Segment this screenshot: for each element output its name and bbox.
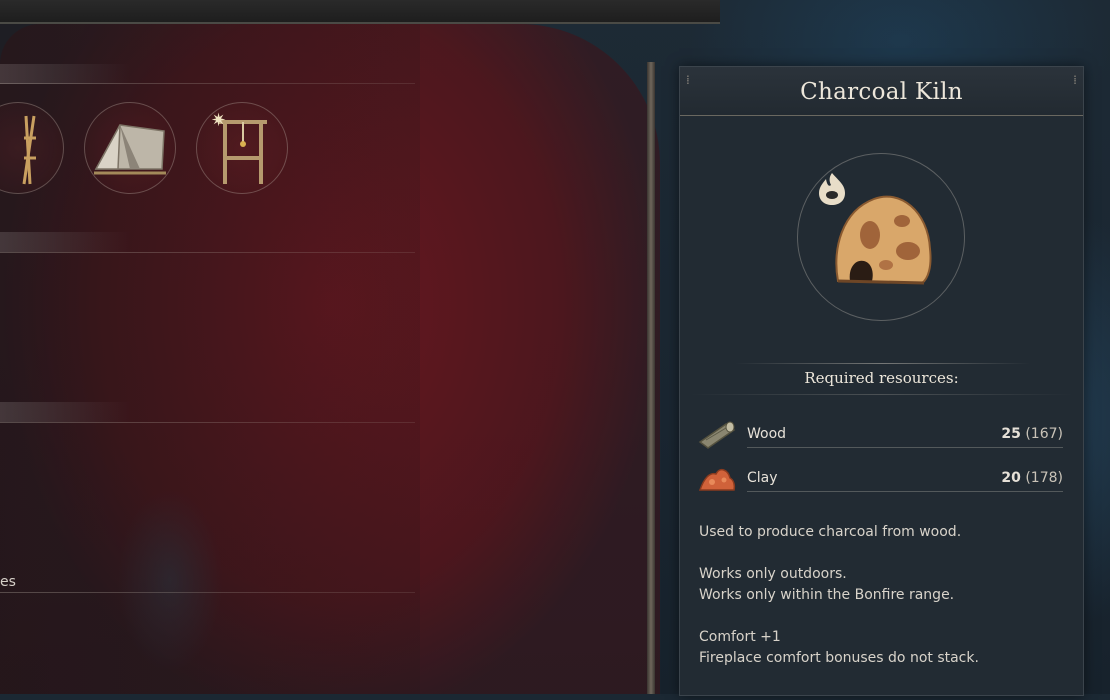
resource-name: Wood — [747, 426, 787, 442]
fire-icon — [819, 173, 845, 205]
item-title: Charcoal Kiln — [800, 79, 963, 105]
item-detail-panel: ⁞ ⁞ Charcoal Kiln Required resources: Wo… — [679, 66, 1084, 696]
gallows-icon[interactable]: ✷ — [196, 102, 288, 194]
category-divider — [0, 83, 415, 84]
resource-row-wood: Wood 25 (167) — [698, 418, 1065, 452]
item-description-line: Used to produce charcoal from wood. — [699, 524, 962, 540]
panel-divider — [647, 62, 655, 694]
panel-header: ⁞ ⁞ Charcoal Kiln — [680, 67, 1083, 116]
category-divider — [0, 422, 415, 423]
item-description-line: Works only outdoors. — [699, 566, 847, 582]
tent-icon[interactable] — [84, 102, 176, 194]
character-silhouette — [90, 460, 250, 700]
category-band — [0, 232, 130, 252]
resource-amount: 20 (178) — [1001, 470, 1063, 486]
item-description-line: Works only within the Bonfire range. — [699, 587, 955, 603]
category-divider — [0, 252, 415, 253]
item-description-line: Fireplace comfort bonuses do not stack. — [699, 650, 979, 666]
section-divider — [735, 363, 1030, 364]
clay-pile-icon — [698, 468, 736, 491]
category-divider — [0, 592, 415, 593]
resource-name: Clay — [747, 470, 778, 486]
resource-required: 25 — [1001, 426, 1021, 442]
resource-owned: (178) — [1025, 470, 1063, 486]
category-band — [0, 64, 130, 84]
category-band — [0, 402, 130, 422]
category-label: es — [0, 574, 16, 590]
item-description-line: Comfort +1 — [699, 629, 781, 645]
section-divider — [690, 394, 1073, 395]
resource-amount: 25 (167) — [1001, 426, 1063, 442]
top-bar — [0, 0, 720, 24]
wood-log-icon — [698, 421, 736, 449]
required-resources-heading: Required resources: — [804, 369, 959, 387]
resource-required: 20 — [1001, 470, 1021, 486]
resource-underline — [747, 491, 1063, 492]
resource-underline — [747, 447, 1063, 448]
resource-row-clay: Clay 20 (178) — [698, 462, 1065, 496]
svg-text:✷: ✷ — [211, 110, 226, 131]
resource-owned: (167) — [1025, 426, 1063, 442]
